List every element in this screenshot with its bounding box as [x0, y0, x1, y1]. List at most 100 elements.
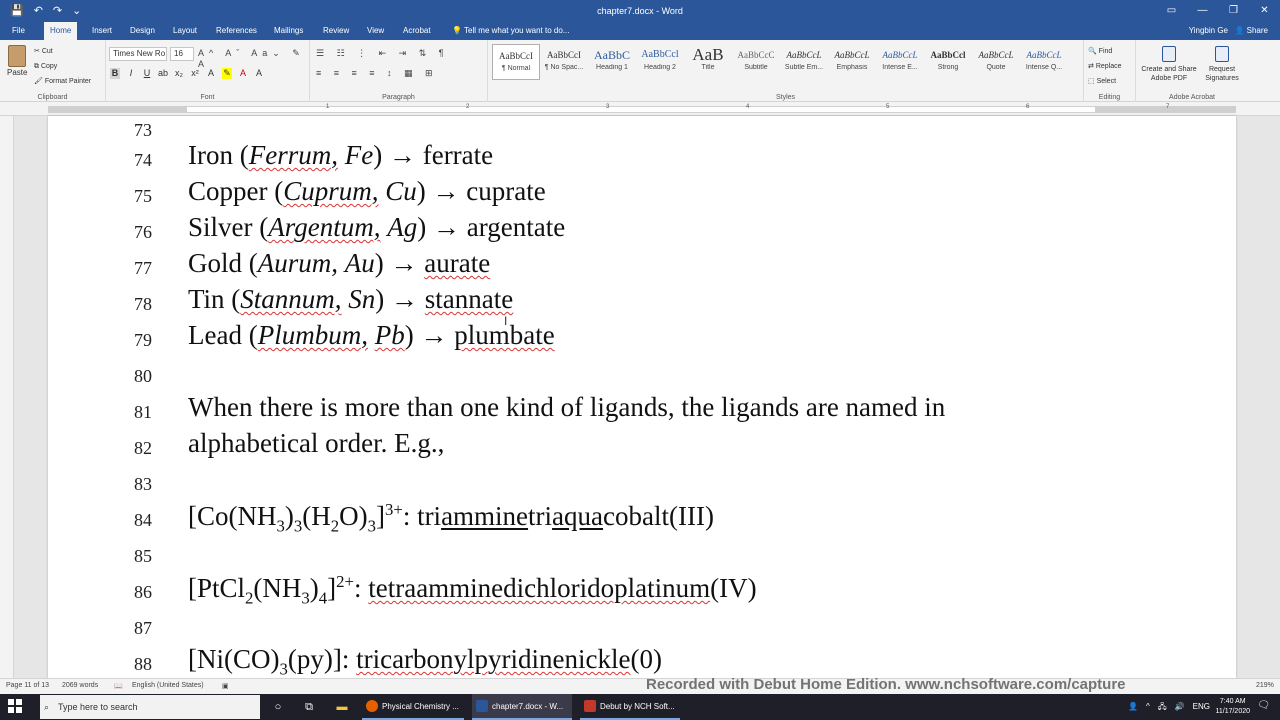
tab-review[interactable]: Review [317, 22, 355, 40]
replace-button[interactable]: ⇄ Replace [1088, 59, 1122, 74]
superscript-icon[interactable]: x² [190, 68, 200, 79]
underline-button[interactable]: U [142, 68, 152, 79]
ribbon-display-icon[interactable]: ▭ [1156, 0, 1187, 22]
tab-view[interactable]: View [361, 22, 390, 40]
taskbar-app-debut[interactable]: Debut by NCH Soft... [580, 694, 680, 720]
title-bar: 💾 ↶ ↷ ⌄ chapter7.docx - Word ▭ — ❐ ✕ [0, 0, 1280, 22]
styles-label: Styles [775, 94, 796, 101]
macro-icon[interactable]: ▣ [222, 682, 229, 690]
list-buttons[interactable]: ☰ ☷ ⋮ ⇤ ⇥ ⇅ ¶ [316, 48, 449, 59]
style-normal[interactable]: AaBbCcI ¶ Normal [492, 44, 540, 80]
horizontal-ruler[interactable]: 1 2 3 4 5 6 7 [0, 102, 1280, 116]
share-button[interactable]: 👤 Share [1234, 22, 1268, 40]
request-signatures-button[interactable]: Request Signatures [1200, 46, 1244, 83]
proofing-icon[interactable]: 📖 [114, 682, 123, 690]
task-view-icon[interactable]: ⧉ [302, 700, 316, 714]
file-explorer-icon[interactable]: ▬ [335, 700, 349, 714]
vertical-ruler[interactable] [0, 116, 14, 678]
select-button[interactable]: ⬚ Select [1088, 74, 1122, 89]
align-buttons[interactable]: ≡ ≡ ≡ ≡ ↕ ▦ ⊞ [316, 68, 438, 79]
share-icon: 👤 [1234, 26, 1245, 35]
font-size-select[interactable]: 16 [170, 47, 194, 61]
font-size-buttons[interactable]: A^ Aˇ Aa⌄ ✎ A [198, 48, 309, 69]
line-number: 76 [134, 222, 152, 242]
style-heading-1[interactable]: AaBbC Heading 1 [588, 44, 636, 80]
acrobat-group: Create and Share Adobe PDF Request Signa… [1136, 40, 1248, 102]
text-effects-icon[interactable]: A [206, 68, 216, 79]
cortana-icon[interactable]: ○ [271, 700, 285, 714]
style-heading-2[interactable]: AaBbCcl Heading 2 [636, 44, 684, 80]
tab-references[interactable]: References [210, 22, 263, 40]
ruler-number: 4 [746, 104, 750, 110]
tab-layout[interactable]: Layout [167, 22, 203, 40]
tab-file[interactable]: File [6, 22, 31, 40]
style-emphasis[interactable]: AaBbCcL Emphasis [828, 44, 876, 80]
network-icon[interactable]: 🖧 [1158, 694, 1167, 720]
format-painter-button[interactable]: 🖌 Format Painter [34, 74, 91, 89]
find-button[interactable]: 🔍 Find [1088, 44, 1122, 59]
style-subtle-emphasis[interactable]: AaBbCcL Subtle Em... [780, 44, 828, 80]
editing-items: 🔍 Find ⇄ Replace ⬚ Select [1088, 44, 1122, 89]
style-intense-quote[interactable]: AaBbCcL Intense Q... [1020, 44, 1068, 80]
document-page[interactable]: 73 74 Iron (Ferrum, Fe) → ferrate 75 Cop… [48, 116, 1236, 678]
tab-home[interactable]: Home [44, 22, 78, 40]
style-no-spacing[interactable]: AaBbCcI ¶ No Spac... [540, 44, 588, 80]
tab-mailings[interactable]: Mailings [268, 22, 309, 40]
clock-date: 11/17/2020 [1215, 708, 1250, 715]
taskbar-clock[interactable]: 7:40 AM 11/17/2020 [1215, 697, 1250, 717]
change-case-icon[interactable]: A [254, 68, 264, 79]
style-intense-emphasis[interactable]: AaBbCcL Intense E... [876, 44, 924, 80]
window-title: chapter7.docx - Word [597, 6, 683, 16]
input-language[interactable]: ENG [1193, 694, 1210, 720]
windows-start-icon[interactable] [8, 699, 22, 713]
tell-me-search[interactable]: 💡 Tell me what you want to do... [452, 22, 569, 40]
notification-icon[interactable]: 🗨 [1257, 700, 1270, 711]
page-count[interactable]: Page 11 of 13 [6, 682, 49, 689]
debut-icon [584, 700, 596, 712]
subscript-icon[interactable]: x₂ [174, 68, 184, 79]
ribbon: Paste ✂ Cut ⧉ Copy 🖌 Format Painter Clip… [0, 40, 1280, 102]
font-name-select[interactable]: Times New Ro [109, 47, 167, 61]
taskbar-app-word[interactable]: chapter7.docx - W... [472, 694, 572, 720]
paste-icon[interactable] [8, 45, 26, 67]
pdf-icon [1162, 46, 1176, 62]
close-icon[interactable]: ✕ [1249, 0, 1280, 22]
lightbulb-icon: 💡 [452, 26, 462, 35]
tab-insert[interactable]: Insert [86, 22, 118, 40]
bold-button[interactable]: B [110, 68, 120, 79]
word-count[interactable]: 2069 words [62, 682, 98, 689]
highlight-icon[interactable]: ✎ [222, 68, 232, 79]
italic-button[interactable]: I [126, 68, 136, 79]
zoom-level[interactable]: 219% [1256, 682, 1274, 689]
restore-icon[interactable]: ❐ [1218, 0, 1249, 22]
style-strong[interactable]: AaBbCcl Strong [924, 44, 972, 80]
tab-acrobat[interactable]: Acrobat [397, 22, 437, 40]
document-line: 77 Gold (Aurum, Au) → aurate [48, 248, 1236, 284]
taskbar-search[interactable]: ⌕ Type here to search [40, 695, 260, 719]
volume-icon[interactable]: 🔊 [1175, 694, 1185, 720]
tab-design[interactable]: Design [124, 22, 161, 40]
word-window: 💾 ↶ ↷ ⌄ chapter7.docx - Word ▭ — ❐ ✕ Fil… [0, 0, 1280, 720]
copy-icon: ⧉ [34, 63, 41, 70]
tray-overflow-icon[interactable]: ^ [1146, 694, 1150, 720]
minimize-icon[interactable]: — [1187, 0, 1218, 22]
taskbar-app-firefox[interactable]: Physical Chemistry ... [362, 694, 464, 720]
style-quote[interactable]: AaBbCcL Quote [972, 44, 1020, 80]
font-color-icon[interactable]: A [238, 68, 248, 79]
user-name[interactable]: Yingbin Ge [1189, 22, 1228, 40]
document-line: 75 Copper (Cuprum, Cu) → cuprate [48, 176, 1236, 212]
paste-button[interactable]: Paste [7, 68, 27, 77]
cut-button[interactable]: ✂ Cut [34, 44, 91, 59]
recording-watermark: Recorded with Debut Home Edition. www.nc… [646, 676, 1126, 693]
document-line: 82 alphabetical order. E.g., [48, 428, 1236, 464]
copy-button[interactable]: ⧉ Copy [34, 59, 91, 74]
line-number: 73 [134, 120, 152, 140]
people-icon[interactable]: 👤 [1128, 694, 1138, 720]
style-subtitle[interactable]: AaBbCcC Subtitle [732, 44, 780, 80]
line-number: 79 [134, 330, 152, 350]
style-title[interactable]: AaB Title [684, 44, 732, 80]
language-status[interactable]: English (United States) [132, 682, 204, 689]
strikethrough-icon[interactable]: ab [158, 68, 168, 79]
line-number: 78 [134, 294, 152, 314]
create-share-pdf-button[interactable]: Create and Share Adobe PDF [1140, 46, 1198, 83]
